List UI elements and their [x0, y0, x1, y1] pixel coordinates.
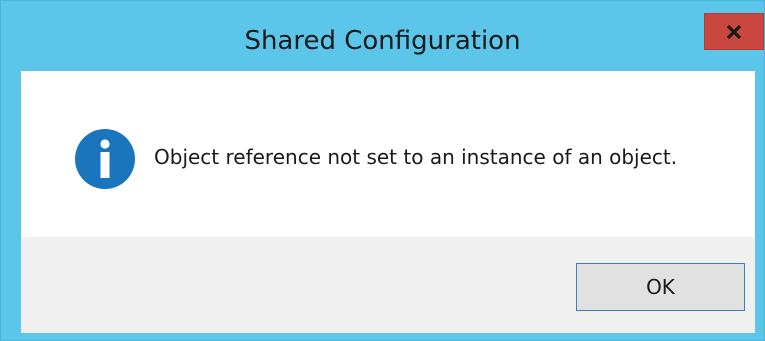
close-button[interactable]: [704, 13, 764, 50]
ok-button[interactable]: OK: [576, 263, 745, 311]
dialog-content: Object reference not set to an instance …: [21, 71, 755, 237]
message-text: Object reference not set to an instance …: [154, 145, 678, 169]
close-icon: [726, 24, 742, 39]
title-bar[interactable]: Shared Configuration: [1, 1, 764, 71]
dialog-title: Shared Configuration: [244, 26, 521, 56]
message-dialog: Shared Configuration Object reference no…: [0, 0, 765, 341]
information-icon: [75, 129, 135, 189]
button-bar: OK: [21, 237, 755, 333]
